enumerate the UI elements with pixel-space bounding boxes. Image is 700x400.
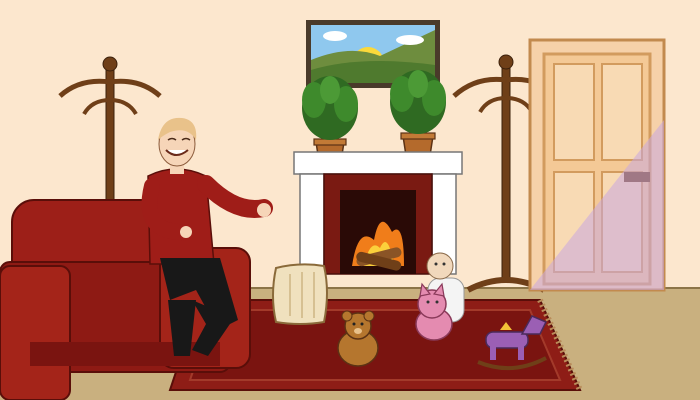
scene-canvas <box>0 0 700 400</box>
teddy-bear <box>337 310 379 367</box>
living-room-scene <box>0 0 700 400</box>
pillow <box>272 263 328 325</box>
door <box>528 38 666 292</box>
